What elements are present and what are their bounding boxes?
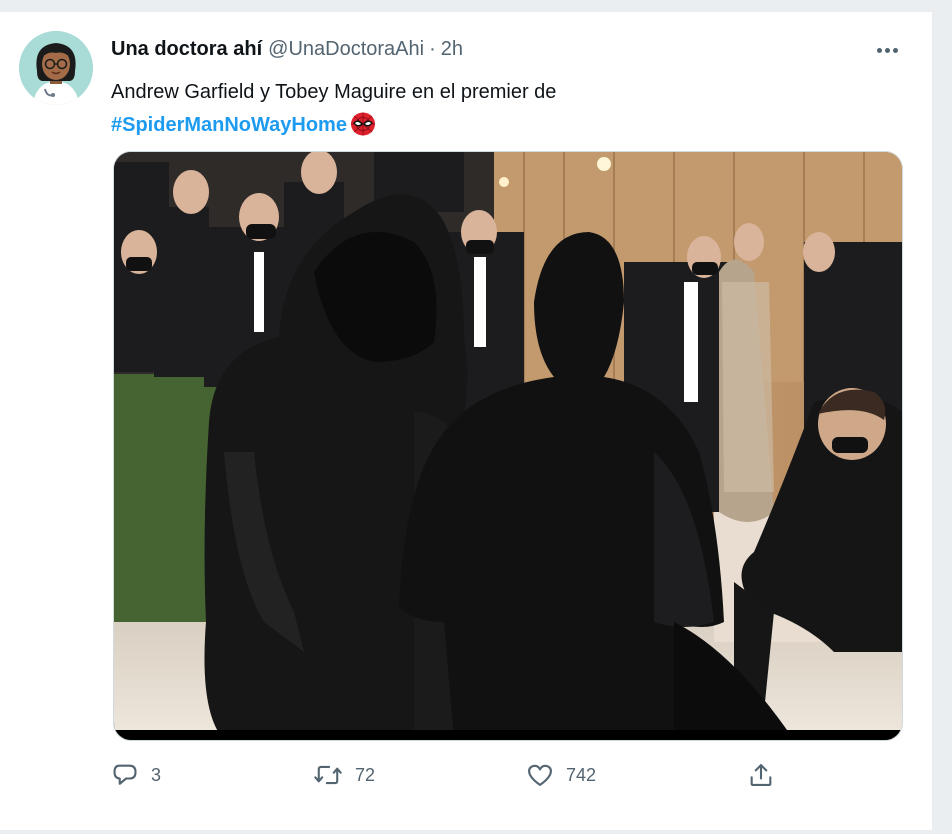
like-count: 742 <box>566 764 597 785</box>
author-handle[interactable]: @UnaDoctoraAhi <box>268 38 424 61</box>
retweet-icon <box>313 761 343 789</box>
avatar[interactable] <box>19 31 93 105</box>
reply-button[interactable]: 3 <box>111 760 161 790</box>
tweet-card[interactable]: Una doctora ahí @UnaDoctoraAhi · 2h Andr… <box>0 12 933 830</box>
share-icon <box>747 761 775 789</box>
share-button[interactable] <box>747 760 775 790</box>
more-icon[interactable] <box>872 40 902 60</box>
tweet-text: Andrew Garfield y Tobey Maguire en el pr… <box>111 76 891 147</box>
header-separator: · <box>429 37 436 60</box>
doctor-avatar-icon <box>19 31 93 105</box>
like-icon <box>526 761 554 789</box>
tweet-time[interactable]: 2h <box>441 38 463 61</box>
like-button[interactable]: 742 <box>526 760 596 790</box>
event-photo-image <box>114 152 902 740</box>
tweet-text-line: Andrew Garfield y Tobey Maguire en el pr… <box>111 81 557 103</box>
tweet-photo[interactable] <box>113 151 903 741</box>
retweet-button[interactable]: 72 <box>313 760 375 790</box>
spider-man-mask-icon <box>350 112 376 147</box>
tweet-actions: 3 72 742 <box>111 760 791 790</box>
retweet-count: 72 <box>355 764 376 785</box>
tweet-header: Una doctora ahí @UnaDoctoraAhi · 2h <box>111 36 463 62</box>
hashtag-link[interactable]: #SpiderManNoWayHome <box>111 114 347 136</box>
author-name[interactable]: Una doctora ahí <box>111 38 262 61</box>
reply-icon <box>111 761 139 789</box>
reply-count: 3 <box>151 764 162 785</box>
